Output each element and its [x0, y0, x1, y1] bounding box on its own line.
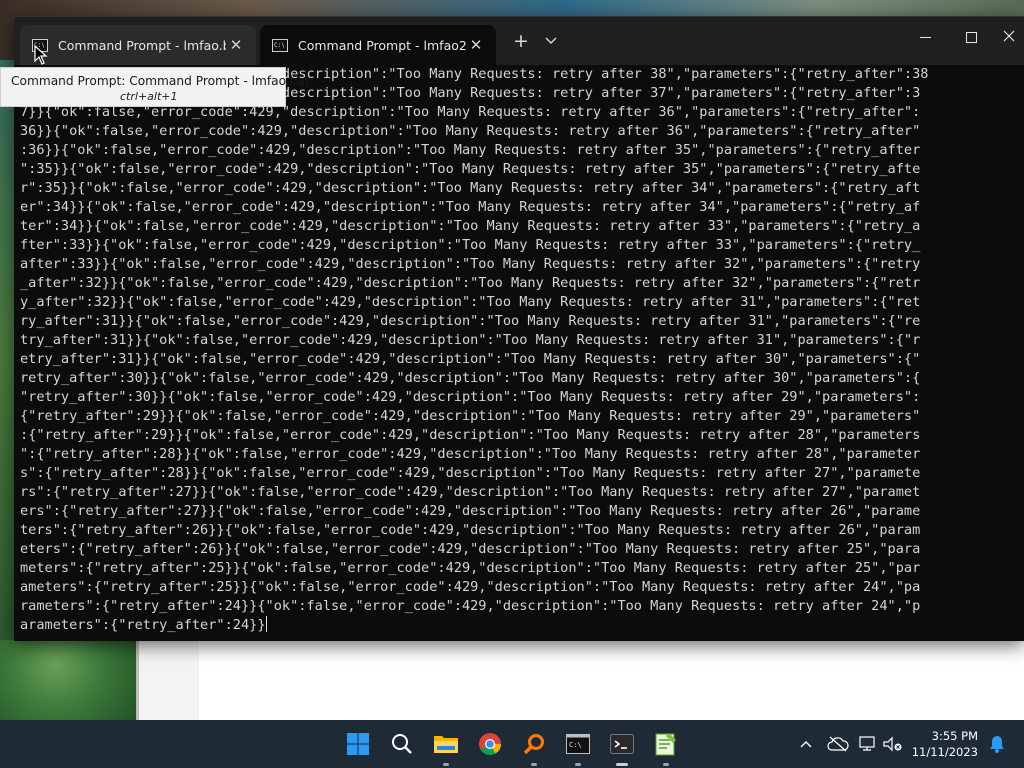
tab-tooltip: Command Prompt: Command Prompt - lmfao.b…	[0, 67, 310, 107]
running-indicator	[663, 763, 669, 766]
console-line: 36}}{"ok":false,"error_code":429,"descri…	[20, 123, 921, 139]
chevron-down-icon	[545, 37, 557, 44]
console-line: r":35}}{"ok":false,"error_code":429,"des…	[20, 180, 921, 196]
tooltip-shortcut: ctrl+alt+1	[120, 90, 178, 103]
show-hidden-icons-button[interactable]	[796, 732, 816, 756]
tab-title: Command Prompt - lmfao2.bat	[298, 37, 466, 53]
running-indicator	[443, 763, 449, 766]
command-prompt-button[interactable]: C:\	[562, 728, 594, 760]
tab-title: Command Prompt - lmfao.bat	[58, 37, 226, 53]
console-line: try_after":31}}{"ok":false,"error_code":…	[20, 332, 921, 348]
new-tab-button[interactable]: +	[510, 29, 532, 53]
volume-muted-icon	[883, 736, 902, 752]
start-icon	[347, 733, 369, 755]
mouse-pointer-icon	[34, 45, 48, 65]
console-line: ry_after":31}}{"ok":false,"error_code":4…	[20, 313, 921, 329]
terminal-icon	[610, 734, 634, 754]
console-line: arameters":{"retry_after":24}}	[20, 616, 267, 633]
cloud-offline-icon	[827, 736, 849, 752]
tab-dropdown-button[interactable]	[540, 29, 562, 53]
notifications-button[interactable]	[986, 732, 1008, 756]
console-line: ter":34}}{"ok":false,"error_code":429,"d…	[20, 218, 921, 234]
console-line: rs":{"retry_after":27}}{"ok":false,"erro…	[20, 484, 921, 500]
command-prompt-tab-icon: C:\	[272, 38, 288, 52]
console-line: {"retry_after":29}}{"ok":false,"error_co…	[20, 408, 921, 424]
console-line: ters":{"retry_after":26}}{"ok":false,"er…	[20, 522, 921, 538]
tab-close-button[interactable]: ✕	[226, 36, 246, 54]
magnifier-app-button[interactable]	[518, 728, 550, 760]
clock-date: 11/11/2023	[911, 745, 978, 759]
console-output[interactable]: "description":"Too Many Requests: retry …	[20, 65, 1020, 637]
notepad-plus-icon	[655, 733, 676, 756]
terminal-titlebar[interactable]: C:\ Command Prompt - lmfao.bat ✕ C:\ Com…	[14, 17, 1024, 65]
tab-lmfao2[interactable]: C:\ Command Prompt - lmfao2.bat ✕	[260, 25, 496, 65]
running-indicator	[575, 763, 581, 766]
network-icon	[859, 736, 875, 751]
console-line: ers":{"retry_after":27}}{"ok":false,"err…	[20, 503, 921, 519]
terminal-window[interactable]: C:\ Command Prompt - lmfao.bat ✕ C:\ Com…	[14, 16, 1024, 641]
console-line: etry_after":31}}{"ok":false,"error_code"…	[20, 351, 921, 367]
tooltip-title: Command Prompt: Command Prompt - lmfao.b…	[11, 74, 310, 88]
console-line: eters":{"retry_after":26}}{"ok":false,"e…	[20, 541, 921, 557]
maximize-button[interactable]	[948, 17, 994, 57]
minimize-icon	[919, 36, 931, 38]
maximize-icon	[965, 31, 977, 43]
tab-lmfao[interactable]: C:\ Command Prompt - lmfao.bat ✕	[20, 25, 256, 65]
background-window[interactable]	[136, 640, 1024, 720]
console-line: ":{"retry_after":28}}{"ok":false,"error_…	[20, 446, 921, 462]
console-line: :36}}{"ok":false,"error_code":429,"descr…	[20, 142, 921, 158]
file-explorer-icon	[434, 736, 458, 753]
taskbar: C:\ 3:55 PM 11/11/2023	[0, 720, 1024, 768]
network-button[interactable]	[858, 732, 880, 756]
console-line: s":{"retry_after":28}}{"ok":false,"error…	[20, 465, 921, 481]
console-line: y_after":32}}{"ok":false,"error_code":42…	[20, 294, 921, 310]
onedrive-button[interactable]	[826, 732, 850, 756]
text-cursor	[265, 616, 267, 632]
console-line: rameters":{"retry_after":24}}{"ok":false…	[20, 598, 921, 614]
desktop-wallpaper-left	[0, 60, 14, 640]
search-button[interactable]	[386, 728, 418, 760]
minimize-button[interactable]	[902, 17, 948, 57]
console-line: fter":33}}{"ok":false,"error_code":429,"…	[20, 237, 921, 253]
running-indicator	[531, 763, 537, 766]
background-window-content	[199, 640, 1024, 720]
console-line: after":33}}{"ok":false,"error_code":429,…	[20, 256, 921, 272]
active-indicator	[616, 763, 628, 766]
notification-bell-icon	[990, 736, 1004, 753]
console-line: :{"retry_after":29}}{"ok":false,"error_c…	[20, 427, 921, 443]
close-window-button[interactable]	[994, 17, 1024, 57]
search-icon	[392, 734, 412, 754]
clock[interactable]: 3:55 PM 11/11/2023	[908, 728, 978, 760]
console-line: _after":32}}{"ok":false,"error_code":429…	[20, 275, 921, 291]
clock-time: 3:55 PM	[931, 729, 978, 743]
command-prompt-icon: C:\	[566, 734, 590, 754]
tab-close-button[interactable]: ✕	[466, 36, 486, 54]
chrome-button[interactable]	[474, 728, 506, 760]
console-line: "retry_after":30}}{"ok":false,"error_cod…	[20, 389, 921, 405]
chrome-icon	[479, 733, 501, 755]
terminal-button[interactable]	[606, 728, 638, 760]
volume-button[interactable]	[882, 732, 904, 756]
notepad-plus-button[interactable]	[650, 728, 682, 760]
file-explorer-button[interactable]	[430, 728, 462, 760]
start-button[interactable]	[342, 728, 374, 760]
console-line: ameters":{"retry_after":25}}{"ok":false,…	[20, 579, 921, 595]
console-line: meters":{"retry_after":25}}{"ok":false,"…	[20, 560, 921, 576]
console-line: ":35}}{"ok":false,"error_code":429,"desc…	[20, 161, 921, 177]
magnifier-app-icon	[523, 734, 544, 755]
console-line: er":34}}{"ok":false,"error_code":429,"de…	[20, 199, 921, 215]
desktop-wallpaper-bottom	[0, 640, 140, 720]
close-icon	[1003, 30, 1015, 42]
chevron-up-icon	[800, 741, 812, 748]
console-line: retry_after":30}}{"ok":false,"error_code…	[20, 370, 921, 386]
svg-text:C:\: C:\	[569, 741, 582, 749]
